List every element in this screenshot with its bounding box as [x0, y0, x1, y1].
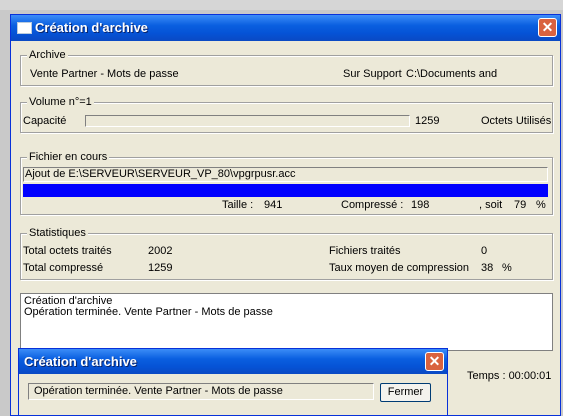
support-label: Sur Support: [343, 68, 402, 80]
volume-group: Volume n°=1 Capacité 1259 Octets Utilisé…: [20, 96, 553, 133]
ratio-unit: %: [536, 199, 546, 211]
window-title: Création d'archive: [35, 20, 148, 35]
completion-dialog: Création d'archive ✕ Opération terminée.…: [18, 348, 448, 416]
total-compressed-value: 1259: [148, 262, 173, 274]
ratio-value: 79: [514, 199, 527, 211]
close-icon[interactable]: ✕: [538, 18, 557, 37]
statistics-legend: Statistiques: [27, 227, 88, 239]
close-dialog-button[interactable]: Fermer: [380, 383, 431, 402]
dialog-message-field: Opération terminée. Vente Partner - Mots…: [28, 383, 374, 400]
elapsed-time: Temps : 00:00:01: [467, 370, 552, 382]
archive-name: Vente Partner - Mots de passe: [30, 68, 179, 80]
capacity-bar: [85, 115, 410, 127]
dialog-message: Opération terminée. Vente Partner - Mots…: [34, 385, 283, 397]
size-label: Taille :: [222, 199, 254, 211]
file-progress-fill: [23, 184, 548, 197]
current-file-legend: Fichier en cours: [27, 151, 110, 163]
compressed-label: Compressé :: [341, 199, 404, 211]
current-file-path: Ajout de E:\SERVEUR\SERVEUR_VP_80\vpgrpu…: [25, 168, 296, 180]
bytes-used-value: 1259: [415, 115, 440, 127]
size-value: 941: [264, 199, 283, 211]
avg-rate-label: Taux moyen de compression: [329, 262, 470, 274]
bytes-used-label: Octets Utilisés: [481, 115, 552, 127]
ratio-label: , soit: [479, 199, 503, 211]
archive-legend: Archive: [27, 49, 68, 61]
avg-rate-unit: %: [502, 262, 512, 274]
volume-legend: Volume n°=1: [27, 96, 94, 108]
support-path: C:\Documents and: [406, 68, 498, 80]
total-processed-value: 2002: [148, 245, 173, 257]
files-processed-label: Fichiers traités: [329, 245, 401, 257]
log-box[interactable]: Création d'archive Opération terminée. V…: [20, 293, 553, 351]
log-line: Opération terminée. Vente Partner - Mots…: [24, 306, 273, 318]
desktop-background: [0, 0, 563, 10]
statistics-group: Statistiques Total octets traités 2002 T…: [20, 227, 553, 280]
files-processed-value: 0: [481, 245, 488, 257]
dialog-title: Création d'archive: [24, 354, 137, 369]
total-processed-label: Total octets traités: [23, 245, 112, 257]
current-file-path-field: Ajout de E:\SERVEUR\SERVEUR_VP_80\vpgrpu…: [23, 167, 548, 182]
window-icon: [17, 22, 32, 34]
total-compressed-label: Total compressé: [23, 262, 104, 274]
current-file-group: Fichier en cours Ajout de E:\SERVEUR\SER…: [20, 151, 553, 215]
capacity-label: Capacité: [23, 115, 67, 127]
window-titlebar[interactable]: Création d'archive ✕: [11, 15, 560, 41]
dialog-close-icon[interactable]: ✕: [425, 352, 444, 371]
avg-rate-value: 38: [481, 262, 494, 274]
archive-group: Archive Vente Partner - Mots de passe Su…: [20, 49, 553, 86]
dialog-titlebar[interactable]: Création d'archive ✕: [19, 349, 447, 374]
file-progress-bar: [23, 184, 548, 197]
compressed-value: 198: [411, 199, 430, 211]
